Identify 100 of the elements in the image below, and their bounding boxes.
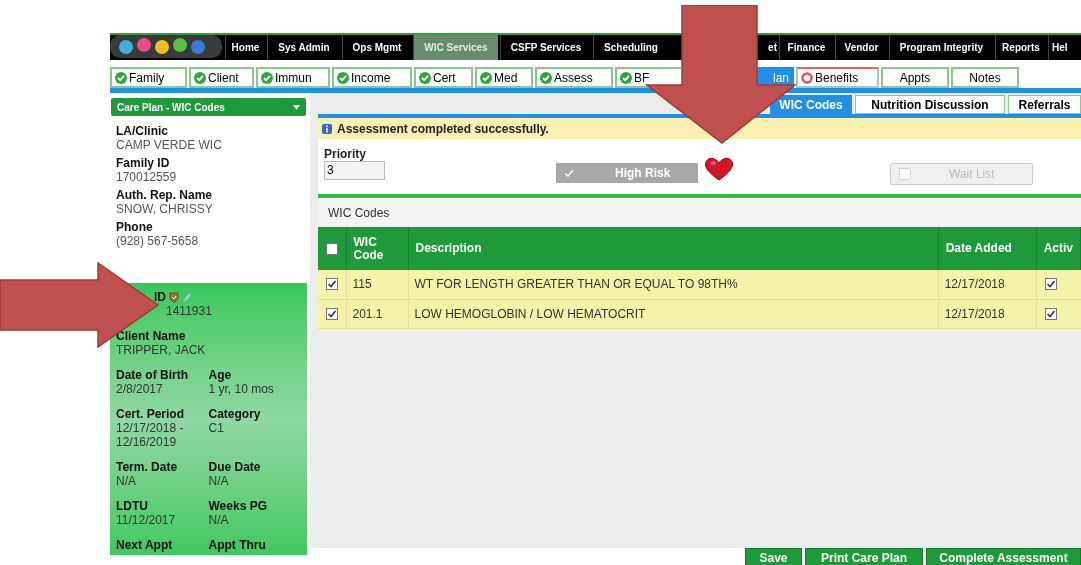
table-cell: 12/17/2018	[944, 306, 1005, 321]
dropdown-value: Care Plan - WIC Codes	[117, 100, 225, 115]
nav-menu-item[interactable]: Program Integrity	[889, 35, 993, 60]
care-plan-dropdown[interactable]: Care Plan - WIC Codes	[111, 98, 306, 116]
step-tab[interactable]: Immun	[256, 67, 330, 88]
tab-label: Income	[351, 69, 391, 87]
field-value: 1 yr, 10 mos	[208, 382, 275, 396]
nav-menu-item[interactable]: Reports	[995, 35, 1046, 60]
table-row[interactable]: 201.1 LOW HEMOGLOBIN / LOW HEMATOCRIT 12/17/2018	[318, 299, 1081, 328]
column-header: WIC Code	[353, 235, 385, 262]
field-label: Appt Thru	[208, 539, 266, 552]
nav-menu-item[interactable]: CSFP Services	[500, 35, 591, 60]
check-circle-icon	[480, 71, 492, 84]
nav-menu-item[interactable]: Vendor	[835, 35, 887, 60]
shield-icon	[169, 292, 179, 303]
check-circle-icon	[194, 71, 206, 84]
table-cell: 201.1	[352, 306, 383, 321]
field-label: Auth. Rep. Name	[116, 189, 212, 202]
tab-label: Immun	[275, 69, 312, 87]
field-label: Weeks PG	[208, 500, 267, 513]
checkbox-icon	[899, 168, 911, 180]
select-all-checkbox[interactable]	[326, 242, 338, 255]
step-tab[interactable]: BF	[615, 67, 681, 88]
panel-title: WIC Codes	[318, 198, 1081, 227]
nav-menu-item[interactable]: Ops Mgmt	[342, 35, 411, 60]
field-label: Term. Date	[116, 461, 178, 474]
field-value: 12/17/2018 - 12/16/2019	[116, 421, 185, 449]
field-value: TRIPPER, JACK	[116, 343, 206, 357]
tab-label: Client	[208, 69, 239, 87]
field-label: LA/Clinic	[116, 125, 168, 138]
field-label: ID	[154, 291, 166, 304]
table-cell: LOW HEMOGLOBIN / LOW HEMATOCRIT	[414, 306, 646, 321]
page-tab[interactable]: Referrals	[1008, 95, 1081, 114]
field-value: 2/8/2017	[116, 382, 164, 396]
feather-icon	[182, 292, 192, 303]
priority-label: Priority	[324, 147, 367, 161]
step-tab[interactable]: Family	[110, 67, 187, 88]
tab-label: Cert	[433, 69, 456, 87]
action-button[interactable]: Save	[745, 548, 802, 565]
check-circle-icon	[540, 71, 552, 84]
column-header: Activ	[1043, 241, 1073, 255]
column-header: Description	[415, 241, 482, 255]
check-icon	[563, 167, 575, 179]
row-checkbox[interactable]	[326, 278, 338, 291]
table-cell: 115	[352, 277, 372, 292]
tab-label: Family	[129, 69, 165, 87]
row-checkbox[interactable]	[326, 307, 338, 320]
step-tab[interactable]: Assess	[535, 67, 613, 88]
field-label: Phone	[116, 221, 153, 234]
check-circle-icon	[337, 71, 349, 84]
page-tab[interactable]: Nutrition Discussion	[855, 95, 1005, 114]
caret-icon	[293, 104, 300, 110]
field-label: Client Name	[116, 330, 186, 343]
nav-menu-item[interactable]: Home	[225, 35, 265, 60]
success-message: Assessment completed successfully.	[337, 120, 549, 138]
ring-icon	[801, 71, 813, 84]
nav-menu-item[interactable]: et	[758, 35, 777, 60]
action-button[interactable]: Complete Assessment	[926, 548, 1081, 565]
field-label: Due Date	[208, 461, 261, 474]
action-button[interactable]: Print Care Plan	[805, 548, 923, 565]
step-tab[interactable]: Notes	[951, 67, 1019, 88]
field-label: Next Appt	[116, 539, 173, 552]
active-checkbox[interactable]	[1044, 307, 1057, 320]
field-label: Age	[208, 369, 232, 382]
field-value: N/A	[208, 513, 230, 527]
field-value: 170012559	[116, 170, 177, 184]
table-row[interactable]: 115 WT FOR LENGTH GREATER THAN OR EQUAL TO 98TH% 12/17/2018	[318, 270, 1081, 299]
check-circle-icon	[261, 71, 273, 84]
step-tab[interactable]: Client	[189, 67, 254, 88]
nav-menu-item[interactable]: Sys Admin	[267, 35, 340, 60]
table-cell: WT FOR LENGTH GREATER THAN OR EQUAL TO 98TH%	[414, 277, 738, 292]
field-value: N/A	[208, 474, 230, 488]
field-value: CAMP VERDE WIC	[116, 138, 222, 152]
field-label: LDTU	[116, 500, 148, 513]
field-value: 1411931	[165, 304, 212, 318]
field-value: 11/12/2017	[116, 513, 177, 527]
heart-icon	[704, 157, 734, 181]
nav-menu-item[interactable]: Finance	[779, 35, 833, 60]
step-tab[interactable]: Med	[475, 67, 533, 88]
field-label: Cert. Period	[116, 408, 184, 421]
field-value: C1	[208, 421, 225, 435]
field-label: Date of Birth	[116, 369, 188, 382]
field-value: SNOW, CHRISSY	[116, 202, 213, 216]
step-tab[interactable]: Income	[332, 67, 412, 88]
field-value: (928) 567-5658	[116, 234, 199, 248]
field-value: N/A	[116, 474, 137, 488]
step-tab[interactable]: Cert	[414, 67, 473, 88]
check-circle-icon	[115, 71, 127, 84]
nav-menu-item[interactable]: Scheduling	[593, 35, 668, 60]
tab-label: Med	[494, 69, 518, 87]
check-circle-icon	[620, 71, 632, 84]
active-checkbox[interactable]	[1044, 278, 1057, 291]
tab-label: Benefits	[815, 69, 859, 87]
column-header: Date Added	[945, 241, 1012, 255]
priority-field[interactable]: 3	[324, 161, 385, 180]
nav-menu-item[interactable]: Hel	[1048, 35, 1080, 60]
step-tab[interactable]: Benefits	[796, 67, 879, 88]
step-tab[interactable]: Appts	[881, 67, 949, 88]
tab-label: BF	[634, 69, 650, 87]
table-cell: 12/17/2018	[944, 277, 1005, 292]
